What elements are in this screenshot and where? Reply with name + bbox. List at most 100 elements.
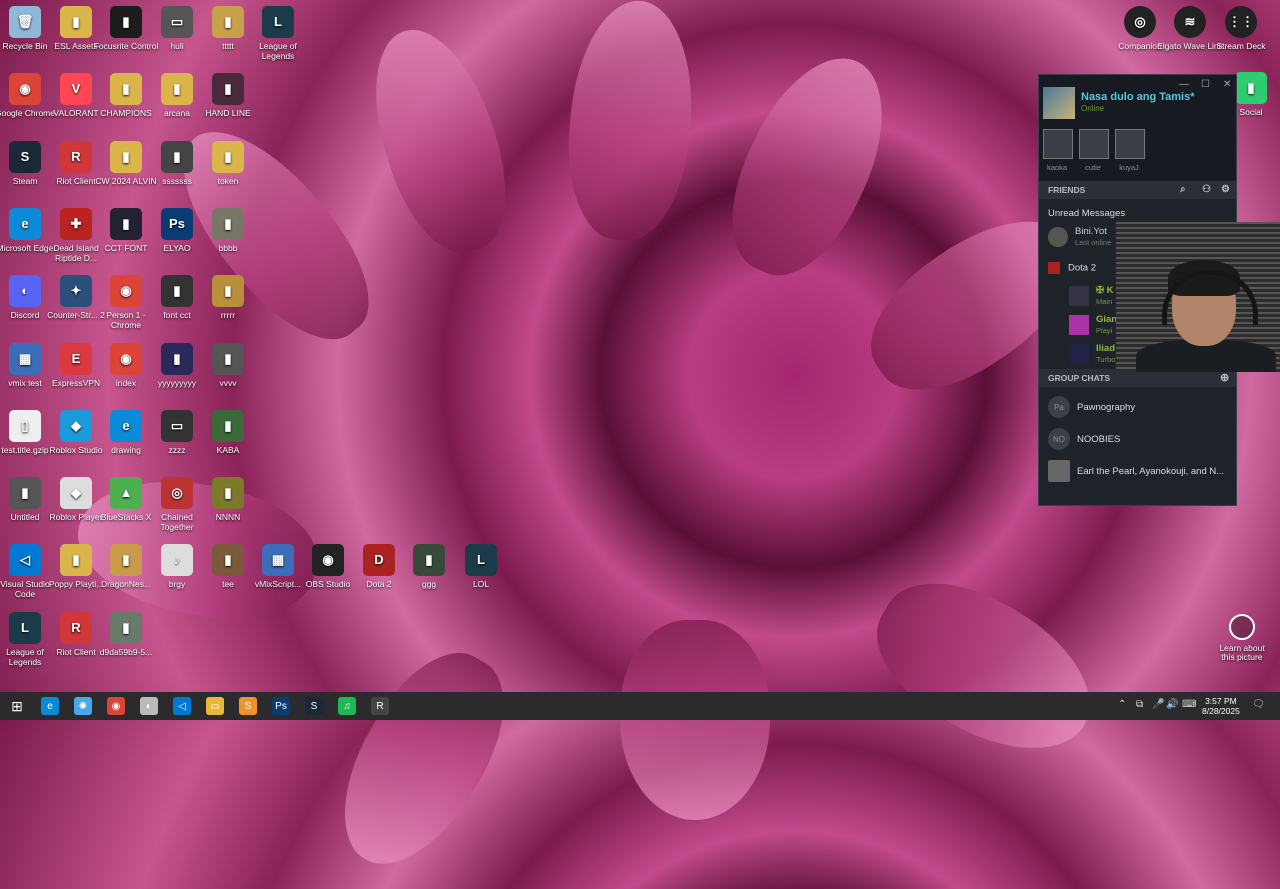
vscode-icon[interactable]: ◁ <box>173 697 191 715</box>
user-avatar[interactable] <box>1043 87 1075 119</box>
petal <box>852 553 1117 782</box>
clock-time: 3:57 PM <box>1205 696 1237 706</box>
app-icon: ▮ <box>413 544 445 577</box>
desktop-icon[interactable]: ▮ rrrrr <box>195 275 261 320</box>
desktop-icon[interactable]: ▮ d9da59b9-5... <box>93 611 159 657</box>
add-friend-icon[interactable]: ⚇ <box>1202 181 1211 199</box>
friend-name: Gian <box>1096 314 1118 325</box>
group-name: Earl the Pearl, Ayanokouji, and N... <box>1077 465 1225 477</box>
group-chat-item[interactable]: Earl the Pearl, Ayanokouji, and N... <box>1048 458 1233 484</box>
photoshop-icon[interactable]: Ps <box>272 697 290 715</box>
desktop-icon[interactable]: ▮ KABA <box>195 409 261 455</box>
group-chat-item[interactable]: Pa Pawnography <box>1048 394 1233 420</box>
volume-icon[interactable]: 🔊 <box>1166 699 1178 710</box>
app-icon: ◆ <box>60 409 92 442</box>
webcam-overlay <box>1116 222 1280 372</box>
petal <box>313 630 532 889</box>
desktop-icon[interactable]: ▮ NNNN <box>195 477 261 522</box>
desktop-icon[interactable]: ▮ bbbb <box>195 207 261 253</box>
friend-sub: Playi <box>1096 326 1113 335</box>
taskbar: ⊞ e ✺ ◉ ◐ ◁ ▭ S Ps S ♫ R ⌃ ⧉ 🎤 🔊 ⌨ 3:57 PM 8/28/20… <box>0 692 1280 720</box>
search-icon[interactable]: ⌕ <box>1180 181 1186 199</box>
friends-header: Nasa dulo ang Tamis* Online — ☐ ✕ kaoka … <box>1039 75 1236 181</box>
avatar <box>1048 227 1068 247</box>
copilot-icon[interactable]: ✺ <box>74 697 92 715</box>
app-icon: ▮ <box>110 140 142 173</box>
desktop-icon-label: rrrrr <box>220 310 236 321</box>
app-icon: Ps <box>161 207 193 240</box>
app-icon: ▮ <box>212 275 244 308</box>
settings-icon[interactable]: ⚙ <box>1221 181 1230 199</box>
learn-about-picture[interactable]: Learn about this picture <box>1217 614 1267 662</box>
group-chat-item[interactable]: NO NOOBIES <box>1048 426 1233 452</box>
mic-icon[interactable]: 🎤 <box>1152 699 1164 710</box>
app-icon: ▮ <box>110 6 142 38</box>
friends-title: FRIENDS <box>1048 185 1086 195</box>
desktop-icon-label: Stream Deck <box>1216 41 1266 51</box>
app-icon: ◉ <box>110 275 142 308</box>
group-avatar: NO <box>1048 428 1070 450</box>
dota-icon <box>1048 262 1060 274</box>
party-member[interactable]: kuyaJ <box>1115 129 1145 172</box>
app-icon: ▮ <box>212 73 244 106</box>
petal <box>351 14 528 267</box>
group-name: NOOBIES <box>1077 433 1121 445</box>
desktop-icon-label: d9da59b9-5... <box>99 646 153 657</box>
app-icon: ▮ <box>212 140 244 173</box>
desktop-icon[interactable]: L League of Legends <box>245 6 311 61</box>
chrome-icon[interactable]: ◉ <box>107 697 125 715</box>
close-button[interactable]: ✕ <box>1223 79 1231 90</box>
app-icon: ◎ <box>161 477 193 510</box>
edge-icon[interactable]: e <box>41 697 59 715</box>
party-member[interactable]: kaoka <box>1043 129 1073 172</box>
app-icon: ▦ <box>9 342 41 375</box>
app-icon: S <box>9 140 41 173</box>
windows-start-icon[interactable]: ⊞ <box>8 697 26 715</box>
avatar <box>1079 129 1109 159</box>
app-icon: ▮ <box>1235 72 1267 104</box>
app-icon: ✦ <box>60 275 92 308</box>
chevron-up-icon[interactable]: ⌃ <box>1118 699 1126 710</box>
learn-label: Learn about this picture <box>1219 643 1265 662</box>
app-icon: ⋮⋮ <box>1225 6 1257 38</box>
app-icon: ▯ <box>9 409 41 442</box>
app-icon: V <box>60 73 92 106</box>
desktop-icon[interactable]: ▮ vvvv <box>195 342 261 388</box>
network-icon[interactable]: ⧉ <box>1136 699 1143 710</box>
notifications-icon[interactable]: 🗨 <box>1252 699 1265 710</box>
app-icon: ▮ <box>212 544 244 577</box>
desktop-icon[interactable]: ⋮⋮ Stream Deck <box>1208 6 1274 51</box>
group-name: Pawnography <box>1077 401 1136 413</box>
desktop-icon[interactable]: L LOL <box>448 544 514 589</box>
party-member[interactable]: cutie <box>1079 129 1109 172</box>
clock[interactable]: 3:57 PM 8/28/2025 <box>1202 696 1240 716</box>
friend-name: Iliad <box>1096 343 1116 354</box>
app-icon: ▮ <box>212 207 244 240</box>
minimize-button[interactable]: — <box>1179 79 1189 90</box>
keyboard-icon[interactable]: ⌨ <box>1182 699 1196 710</box>
riot-icon[interactable]: R <box>371 697 389 715</box>
username[interactable]: Nasa dulo ang Tamis* <box>1081 91 1195 103</box>
app-icon: L <box>465 544 497 577</box>
app-white-icon[interactable]: ◐ <box>140 697 158 715</box>
app-icon: ▭ <box>161 6 193 38</box>
clock-date: 8/28/2025 <box>1202 706 1240 716</box>
desktop-icon-label: vvvv <box>219 377 237 388</box>
steam-icon[interactable]: S <box>305 697 323 715</box>
explorer-icon[interactable]: ▭ <box>206 697 224 715</box>
friend-sub: Last online <box>1075 238 1112 247</box>
app-icon: 🗑 <box>9 6 41 38</box>
maximize-button[interactable]: ☐ <box>1201 79 1210 90</box>
desktop-icon[interactable]: ▮ token <box>195 140 261 186</box>
app-icon: ▦ <box>262 544 294 577</box>
app-icon: ▮ <box>161 73 193 106</box>
petal <box>705 36 912 296</box>
spotify-icon[interactable]: ♫ <box>338 697 356 715</box>
app-icon: ▭ <box>161 409 193 442</box>
game-group[interactable]: Dota 2 <box>1048 262 1096 274</box>
app-icon: ▮ <box>161 275 193 308</box>
app-icon: ◐ <box>9 275 41 308</box>
desktop-icon[interactable]: ▮ HAND LINE <box>195 73 261 118</box>
friend-sub: Turbo <box>1096 355 1116 364</box>
sublime-icon[interactable]: S <box>239 697 257 715</box>
